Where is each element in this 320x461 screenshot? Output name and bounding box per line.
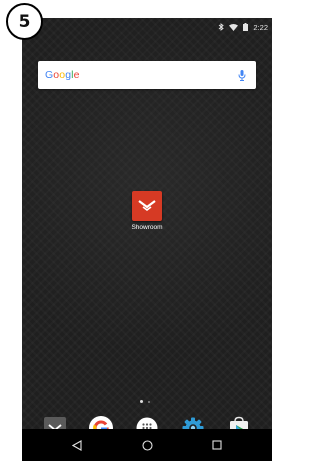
google-logo: Google: [45, 69, 80, 81]
showroom-app-label: Showroom: [131, 224, 163, 231]
status-bar: 2:22: [22, 18, 272, 36]
phone-screen: 2:22 Google Showroom: [22, 18, 272, 461]
navigation-bar: [22, 429, 272, 461]
page-indicator: [140, 400, 150, 403]
page-dot-active: [140, 400, 143, 403]
showroom-app[interactable]: Showroom: [122, 191, 172, 231]
battery-icon: [243, 23, 249, 31]
clock: 2:22: [253, 22, 268, 32]
home-button[interactable]: [139, 437, 155, 453]
back-button[interactable]: [69, 437, 85, 453]
recents-button[interactable]: [209, 437, 225, 453]
step-number: 5: [18, 11, 31, 32]
recents-icon: [212, 440, 222, 450]
vizio-chevron-icon: [132, 191, 162, 221]
step-number-badge: 5: [6, 3, 43, 40]
home-icon: [141, 439, 153, 451]
wifi-icon: [229, 23, 239, 31]
mic-icon[interactable]: [238, 69, 246, 81]
page-dot: [148, 400, 150, 403]
bluetooth-icon: [219, 23, 225, 31]
back-icon: [72, 439, 82, 451]
google-search-bar[interactable]: Google: [38, 61, 256, 89]
